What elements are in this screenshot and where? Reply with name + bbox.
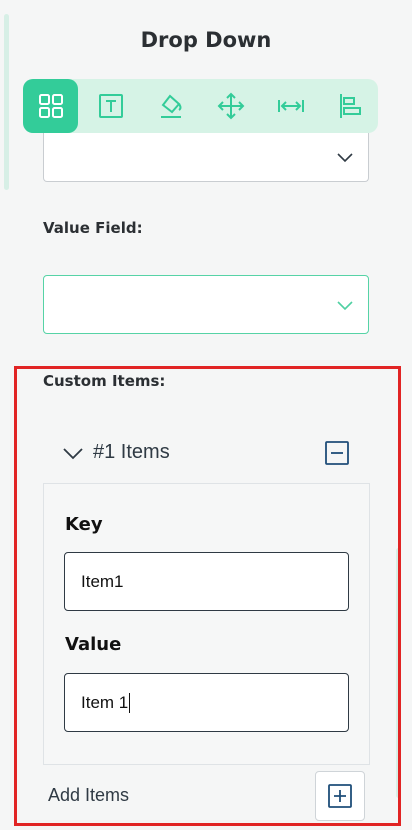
key-input-value: Item1 xyxy=(81,571,124,591)
add-items-button[interactable] xyxy=(315,771,365,821)
display-field-select[interactable] xyxy=(43,133,369,182)
custom-items-label: Custom Items: xyxy=(43,372,166,390)
tab-fill[interactable] xyxy=(141,79,201,133)
collapse-icon[interactable] xyxy=(324,440,350,466)
property-toolbar xyxy=(23,79,378,133)
text-caret xyxy=(129,692,131,713)
value-field-select[interactable] xyxy=(43,275,369,334)
plus-square-icon xyxy=(328,784,352,808)
tab-size[interactable] xyxy=(261,79,321,133)
items-panel: Key Item1 Value Item 1 xyxy=(43,483,370,765)
width-icon xyxy=(278,100,304,112)
chevron-down-icon xyxy=(337,300,353,310)
text-icon xyxy=(99,94,123,118)
tab-align[interactable] xyxy=(321,79,381,133)
items-group-header[interactable]: #1 Items xyxy=(62,440,350,468)
key-label: Key xyxy=(65,514,103,535)
align-left-icon xyxy=(340,94,361,118)
panel-title: Drop Down xyxy=(140,28,272,52)
paint-bucket-icon xyxy=(161,94,182,118)
value-input-value: Item 1 xyxy=(81,692,129,712)
key-input[interactable]: Item1 xyxy=(64,552,349,611)
add-items-label: Add Items xyxy=(48,785,130,805)
tab-position[interactable] xyxy=(201,79,261,133)
tab-layout[interactable] xyxy=(23,79,78,133)
value-field-label: Value Field: xyxy=(43,219,143,237)
chevron-down-icon[interactable] xyxy=(62,446,84,460)
chevron-down-icon xyxy=(337,153,353,163)
grid-icon xyxy=(38,94,63,118)
value-label: Value xyxy=(65,634,122,655)
value-input[interactable]: Item 1 xyxy=(64,673,349,732)
tab-text[interactable] xyxy=(81,79,141,133)
move-icon xyxy=(217,92,245,120)
items-group-title: #1 Items xyxy=(93,441,170,463)
